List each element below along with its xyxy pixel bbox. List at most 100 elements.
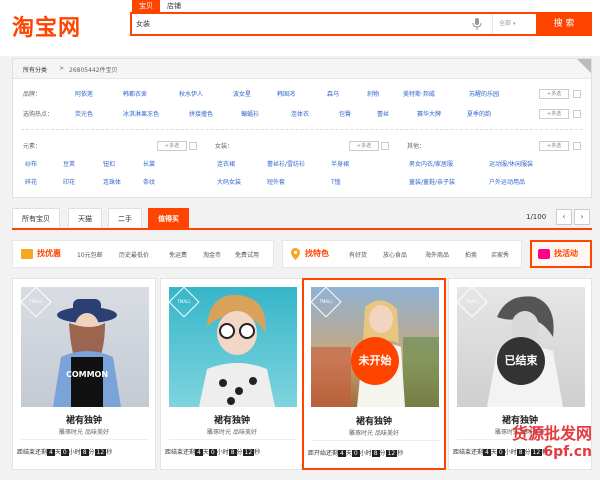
product-card[interactable]: TMALL 未开始 裙有独钟 雕琢时光 品味美好 距开始还剩 4 天 0 小时 8 分 12 秒 [302,278,446,470]
promo-deals: 找优惠 10元包邮 历史最低价 免运费 淘金币 免费试用 [12,240,274,268]
element-item[interactable]: 纱布 [25,159,37,168]
hot-item[interactable]: 冰淇淋果冻色 [123,109,159,118]
tab-second-hand[interactable]: 二手 [108,208,142,228]
product-image[interactable]: COMMON TMALL [20,286,149,407]
brand-item[interactable]: 阿依莲 [75,89,93,98]
tab-worth-buying[interactable]: 值得买 [148,208,189,228]
microphone-icon[interactable] [472,18,482,30]
next-page-button[interactable]: › [574,209,590,225]
hot-item[interactable]: 连体衣 [291,109,309,118]
promo-special-title[interactable]: 找特色 [305,248,329,259]
brand-multi-select-button[interactable]: +多选 [539,89,569,99]
brand-item[interactable]: 苏醒的乐园 [469,89,499,98]
breadcrumb-separator-icon: > [59,65,65,72]
promo-link[interactable]: 免费试用 [235,250,259,259]
hot-expand-button[interactable] [573,110,581,118]
hot-item[interactable]: 拼接撞色 [189,109,213,118]
women-expand-button[interactable] [381,142,389,150]
promo-link[interactable]: 历史最低价 [119,250,149,259]
element-item[interactable]: 碎花 [25,177,37,186]
gift-icon [538,249,550,259]
women-multi-select-button[interactable]: +多选 [349,141,379,151]
hot-item[interactable]: 蝙蝠衫 [241,109,259,118]
tab-tmall[interactable]: 天猫 [68,208,102,228]
women-item[interactable]: 大码女装 [217,177,241,186]
promo-link[interactable]: 买家秀 [491,250,509,259]
promo-link[interactable]: 淘金币 [203,250,221,259]
element-item[interactable]: 钮扣 [103,159,115,168]
hot-item[interactable]: 蕾丝 [377,109,389,118]
promo-special: 找特色 有好货 放心食品 海外商品 拍卖 买家秀 [282,240,522,268]
collapse-corner-icon[interactable] [577,59,591,73]
promo-deals-title[interactable]: 找优惠 [37,248,61,259]
countdown: 距开始还剩 4 天 0 小时 8 分 12 秒 [308,448,444,457]
hot-multi-select-button[interactable]: +多选 [539,109,569,119]
badge-label: TMALL [465,299,479,304]
product-title[interactable]: 裙有独钟 [304,414,444,427]
other-item[interactable]: 户外运动用品 [489,177,525,186]
other-item[interactable]: 运动服/休闲服装 [489,159,533,168]
women-item[interactable]: T恤 [331,177,341,186]
women-item[interactable]: 连衣裙 [217,159,235,168]
brand-item[interactable]: 秋水伊人 [179,89,203,98]
search-scope-select[interactable]: 全部 ▾ [492,14,536,34]
product-card[interactable]: TMALL 裙有独钟 雕琢时光 品味美好 距结束还剩 4 天 0 小时 8 分 12 秒 [160,278,304,470]
taobao-logo[interactable]: 淘宝网 [12,10,81,42]
promo-link[interactable]: 海外商品 [425,250,449,259]
other-item[interactable]: 男女内衣/家居服 [409,159,453,168]
element-item[interactable]: 豆荚 [63,159,75,168]
promo-link[interactable]: 放心食品 [383,250,407,259]
promo-link[interactable]: 拍卖 [465,250,477,259]
prev-page-button[interactable]: ‹ [556,209,572,225]
product-title[interactable]: 裙有独钟 [161,413,303,426]
hot-item[interactable]: 包臀 [339,109,351,118]
chevron-left-icon: ‹ [562,212,566,221]
countdown-days: 4 [47,449,55,456]
countdown-hours: 0 [351,450,360,457]
element-multi-select-button[interactable]: +多选 [157,141,187,151]
other-label: 其他： [407,143,426,150]
promo-link[interactable]: 有好货 [349,250,367,259]
other-multi-select-button[interactable]: +多选 [539,141,569,151]
women-item[interactable]: 短外套 [267,177,285,186]
brand-item[interactable]: 韩国鸿 [277,89,295,98]
brand-expand-button[interactable] [573,90,581,98]
hot-item[interactable]: 荧光色 [75,109,93,118]
search-tab-items[interactable]: 宝贝 [132,0,160,12]
hot-item[interactable]: 夏季的韵 [467,109,491,118]
search-input[interactable] [136,17,456,31]
brand-item[interactable]: 森马 [327,89,339,98]
promo-link[interactable]: 免运费 [169,250,187,259]
product-title[interactable]: 裙有独钟 [13,413,155,426]
hot-item[interactable]: 赛华大牌 [417,109,441,118]
search-scope-label: 全部 [499,20,512,27]
brand-item[interactable]: 波女星 [233,89,251,98]
other-item[interactable]: 童装/童鞋/亲子装 [409,177,455,186]
element-expand-button[interactable] [189,142,197,150]
tab-all[interactable]: 所有宝贝 [12,208,60,228]
breadcrumb-all[interactable]: 所有分类 [23,65,47,74]
product-image[interactable]: TMALL [168,286,297,407]
page-indicator: 1/100 [526,213,547,221]
search-button[interactable]: 搜 索 [536,12,592,36]
product-image[interactable]: TMALL 已结束 [456,286,585,407]
element-item[interactable]: 印花 [63,177,75,186]
product-card[interactable]: COMMON TMALL 裙有独钟 雕琢时光 品味美好 距结束还剩 4 天 0 小时 8 分… [12,278,156,470]
women-item[interactable]: 蕾丝衫/雪纺衫 [267,159,305,168]
brand-item[interactable]: 美特斯·邦威 [403,89,435,98]
women-item[interactable]: 半身裙 [331,159,349,168]
search-tab-shops[interactable]: 店铺 [160,0,188,12]
promo-link[interactable]: 10元包邮 [77,250,103,259]
other-expand-button[interactable] [573,142,581,150]
countdown-prefix: 距结束还剩 [17,449,48,456]
product-image[interactable]: TMALL 未开始 [310,286,439,407]
countdown: 距结束还剩 4 天 0 小时 8 分 12 秒 [17,447,153,456]
element-item[interactable]: 连珠体 [103,177,121,186]
promo-events-button[interactable]: 找活动 [530,240,592,268]
element-item[interactable]: 条纹 [143,177,155,186]
brand-item[interactable]: 刹物 [367,89,379,98]
product-subtitle: 雕琢时光 品味美好 [349,430,399,437]
element-item[interactable]: 长裳 [143,159,155,168]
brand-item[interactable]: 韩都衣舍 [123,89,147,98]
countdown-days: 4 [195,449,203,456]
